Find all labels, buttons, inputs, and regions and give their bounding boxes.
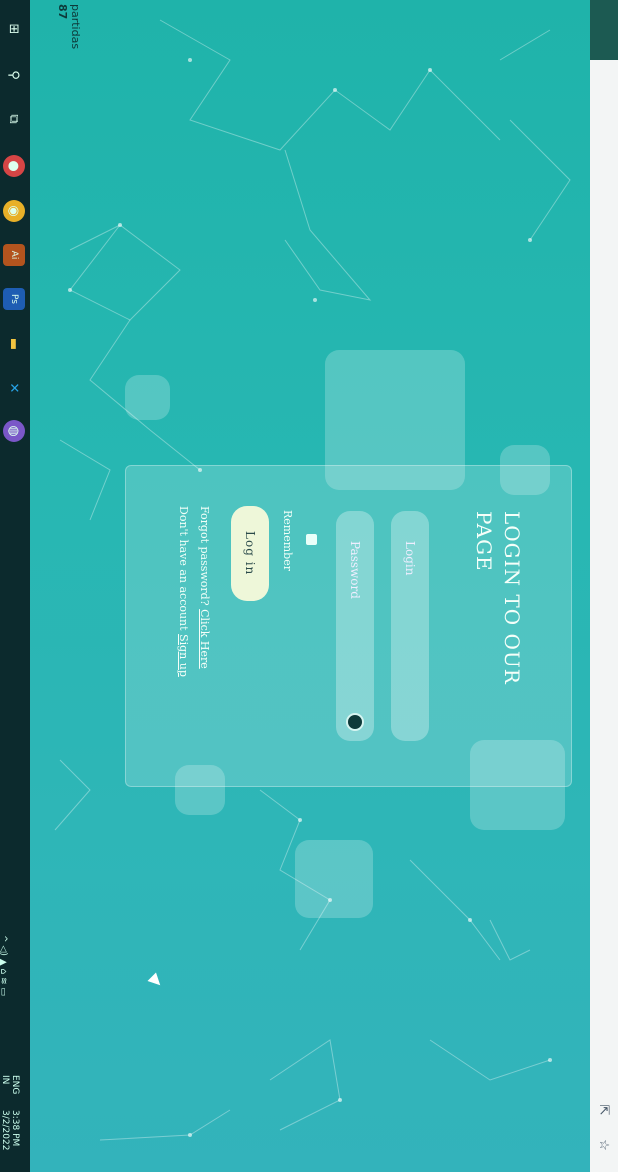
- tray-time[interactable]: 3:38 PM: [10, 1110, 20, 1146]
- login-card: LOGIN TO OUR PAGE Login Password Remembe…: [125, 465, 572, 787]
- desktop-background: partidas 87 LOGIN TO OUR PAGE Login Pass…: [30, 0, 590, 1172]
- vscode-icon[interactable]: ✕: [3, 377, 25, 399]
- app-red-icon[interactable]: ●: [3, 155, 25, 177]
- photoshop-icon[interactable]: Ps: [3, 288, 25, 310]
- signup-link[interactable]: Sign up: [177, 634, 190, 677]
- remember-checkbox[interactable]: [306, 534, 317, 545]
- app-multicolor-icon[interactable]: ◍: [3, 420, 25, 442]
- remember-label: Remember: [281, 510, 294, 571]
- folder-icon[interactable]: ▬: [3, 333, 25, 355]
- illustrator-icon[interactable]: Ai: [3, 244, 25, 266]
- login-button-label: Log in: [243, 531, 257, 576]
- search-icon[interactable]: ⚲: [3, 64, 25, 86]
- signup-text: Don't have an account: [177, 506, 190, 631]
- login-button[interactable]: Log in: [231, 506, 269, 601]
- forgot-text: Forgot password?: [198, 506, 211, 606]
- taskbar: ⊞ ⚲ ⧉ ● ◉ Ai Ps ▬ ✕ ◍ ^ ◁) ▲ ⌂ ≋ ▭ ENG I…: [0, 0, 30, 1172]
- user-name: partidas: [69, 4, 82, 50]
- star-icon[interactable]: ☆: [594, 1135, 614, 1155]
- login-placeholder: Login: [403, 541, 417, 576]
- browser-side-strip: ⇱ ☆: [590, 0, 618, 1172]
- tray-date[interactable]: 3/2/2022: [0, 1110, 10, 1150]
- share-icon[interactable]: ⇱: [594, 1100, 614, 1120]
- show-password-eye-icon[interactable]: [346, 713, 364, 731]
- decor-square: [125, 375, 170, 420]
- system-tray: ^ ◁) ▲ ⌂ ≋ ▭ ENG IN 3:38 PM 3/2/2022: [0, 935, 28, 1167]
- desktop-user-label[interactable]: partidas 87: [56, 4, 82, 49]
- forgot-password-row: Forgot password? Click Here: [198, 506, 211, 669]
- password-input[interactable]: Password: [336, 511, 374, 741]
- forgot-link[interactable]: Click Here: [198, 609, 211, 669]
- tray-region: IN: [0, 1075, 10, 1085]
- login-input[interactable]: Login: [391, 511, 429, 741]
- task-view-icon[interactable]: ⧉: [3, 108, 25, 130]
- signup-row: Don't have an account Sign up: [177, 506, 190, 677]
- windows-start-icon[interactable]: ⊞: [3, 18, 25, 40]
- tray-lang[interactable]: ENG: [10, 1075, 20, 1094]
- tray-icons[interactable]: ^ ◁) ▲ ⌂ ≋ ▭: [0, 935, 8, 996]
- user-sub: 87: [56, 4, 69, 20]
- password-placeholder: Password: [348, 541, 362, 599]
- top-corner-patch: [590, 0, 618, 60]
- decor-square: [295, 840, 373, 918]
- login-title-line2: PAGE: [472, 511, 496, 572]
- chrome-icon[interactable]: ◉: [3, 200, 25, 222]
- login-title-line1: LOGIN TO OUR: [500, 511, 524, 685]
